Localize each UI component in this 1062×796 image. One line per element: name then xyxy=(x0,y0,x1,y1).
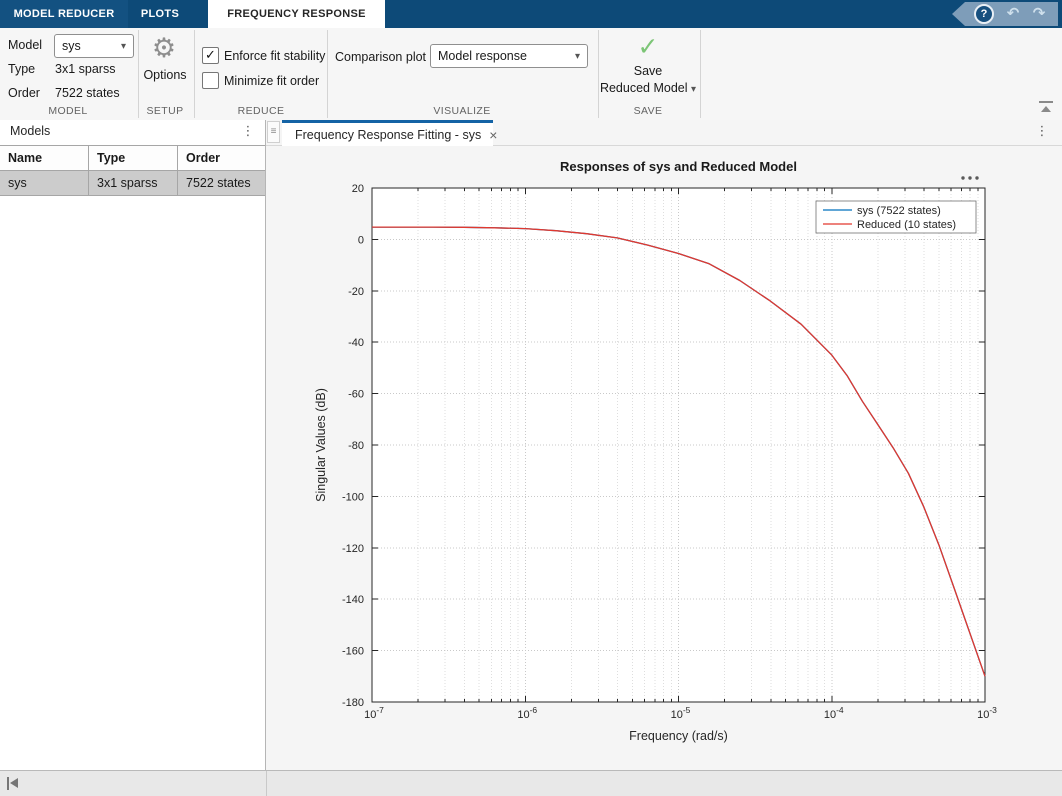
cell-name: sys xyxy=(0,171,89,195)
svg-text:-160: -160 xyxy=(342,646,364,658)
column-header-name[interactable]: Name xyxy=(0,146,89,171)
model-dropdown-value: sys xyxy=(62,39,81,53)
save-section-title: SAVE xyxy=(633,105,663,117)
tab-model-reducer[interactable]: MODEL REDUCER xyxy=(0,0,128,28)
cell-type: 3x1 sparss xyxy=(89,171,178,195)
svg-text:Responses of sys and Reduced M: Responses of sys and Reduced Model xyxy=(560,159,797,174)
svg-text:-20: -20 xyxy=(348,286,364,298)
enforce-fit-stability-checkbox[interactable]: ✓ xyxy=(202,47,219,64)
ribbon: Model sys ▾ Type 3x1 sparss Order 7522 s… xyxy=(0,28,1062,121)
visualize-section-title: VISUALIZE xyxy=(433,105,491,117)
chevron-down-icon: ▾ xyxy=(120,40,126,52)
svg-text:-180: -180 xyxy=(342,697,364,709)
redo-icon[interactable]: ↷ xyxy=(1028,3,1050,25)
type-label: Type xyxy=(8,62,36,76)
column-header-order[interactable]: Order xyxy=(178,146,265,171)
save-reduced-model-button-line2[interactable]: Reduced Model ▾ xyxy=(588,81,708,95)
svg-text:Frequency (rad/s): Frequency (rad/s) xyxy=(629,729,728,743)
status-bar xyxy=(0,770,1062,796)
svg-text:Singular Values (dB): Singular Values (dB) xyxy=(314,388,328,502)
chevron-down-icon: ▾ xyxy=(691,84,697,95)
tab-plots[interactable]: PLOTS xyxy=(128,0,192,28)
document-tab-bar: Frequency Response Fitting - sys × ⋮ xyxy=(266,120,1062,146)
document-tab-label: Frequency Response Fitting - sys xyxy=(295,127,482,142)
minimize-fit-order-checkbox[interactable] xyxy=(202,72,219,89)
chart-canvas: -180-160-140-120-100-80-60-40-2002010-7 1… xyxy=(266,146,1062,770)
section-separator xyxy=(700,30,701,118)
status-bar-divider xyxy=(266,771,267,796)
models-panel: Models ⋮ Name Type Order sys 3x1 sparss … xyxy=(0,120,266,770)
collapse-panel-icon[interactable] xyxy=(7,777,22,790)
models-panel-header: Models ⋮ xyxy=(0,120,265,145)
close-icon[interactable]: × xyxy=(489,125,497,145)
minimize-fit-order-label: Minimize fit order xyxy=(224,74,320,88)
svg-text:-100: -100 xyxy=(342,491,364,503)
save-reduced-model-button-line1[interactable]: Save xyxy=(598,64,698,78)
save-check-icon[interactable]: ✓ xyxy=(631,32,665,62)
svg-text:-140: -140 xyxy=(342,594,364,606)
kebab-menu-icon[interactable]: ⋮ xyxy=(1034,123,1050,141)
reduce-section-title: REDUCE xyxy=(237,105,285,117)
chevron-down-icon: ▾ xyxy=(574,50,580,62)
type-value: 3x1 sparss xyxy=(55,62,116,76)
frequency-response-chart: -180 -160 -140 -120 -100 -80 -60 -40 -20 0 20 10-7 1… xyxy=(266,146,1062,770)
order-value: 7522 states xyxy=(55,86,120,100)
section-separator xyxy=(138,30,139,118)
models-table: Name Type Order sys 3x1 sparss 7522 stat… xyxy=(0,145,265,196)
collapse-ribbon-icon[interactable] xyxy=(1039,101,1053,114)
model-dropdown[interactable]: sys ▾ xyxy=(54,34,134,58)
section-separator xyxy=(194,30,195,118)
svg-text:-40: -40 xyxy=(348,337,364,349)
enforce-fit-stability-label: Enforce fit stability xyxy=(224,49,326,63)
options-button[interactable]: Options xyxy=(140,68,190,82)
svg-text:0: 0 xyxy=(358,234,364,246)
toolstrip-tab-band: MODEL REDUCER PLOTS FREQUENCY RESPONSE F… xyxy=(0,0,1062,48)
svg-text:20: 20 xyxy=(352,183,364,195)
svg-text:sys (7522 states): sys (7522 states) xyxy=(857,205,941,217)
undo-icon[interactable]: ↶ xyxy=(1002,3,1024,25)
models-table-header: Name Type Order xyxy=(0,146,265,171)
comparison-plot-value: Model response xyxy=(438,49,527,63)
kebab-menu-icon[interactable]: ⋮ xyxy=(240,123,256,141)
model-section-title: MODEL xyxy=(48,105,88,117)
model-label: Model xyxy=(8,38,43,52)
order-label: Order xyxy=(8,86,40,100)
models-panel-title: Models xyxy=(10,124,51,138)
svg-text:-120: -120 xyxy=(342,543,364,555)
help-icon[interactable]: ? xyxy=(974,4,994,24)
table-row[interactable]: sys 3x1 sparss 7522 states xyxy=(0,171,265,195)
tab-frequency-response-fitting[interactable]: FREQUENCY RESPONSE FITTING xyxy=(208,0,385,48)
gear-icon[interactable]: ⚙ xyxy=(147,32,181,64)
save-reduced-model-label: Reduced Model xyxy=(599,81,688,95)
comparison-plot-dropdown[interactable]: Model response ▾ xyxy=(430,44,588,68)
section-separator xyxy=(327,30,328,118)
cell-order: 7522 states xyxy=(178,171,265,195)
tab-frequency-response-fitting-sys[interactable]: Frequency Response Fitting - sys × xyxy=(282,120,497,146)
column-header-type[interactable]: Type xyxy=(89,146,178,171)
comparison-plot-label: Comparison plot xyxy=(335,50,427,64)
svg-text:-80: -80 xyxy=(348,440,364,452)
setup-section-title: SETUP xyxy=(146,105,184,117)
document-area: ≡ Frequency Response Fitting - sys × ⋮ -… xyxy=(266,120,1062,770)
svg-text:Reduced (10 states): Reduced (10 states) xyxy=(857,219,956,231)
svg-text:-60: -60 xyxy=(348,389,364,401)
